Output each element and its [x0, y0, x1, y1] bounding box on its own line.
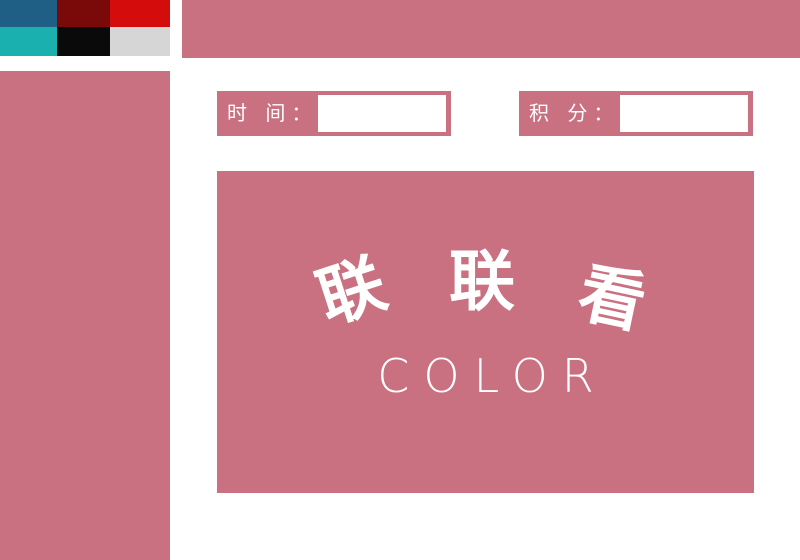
- game-subtitle: COLOR: [377, 349, 608, 403]
- score-label: 积 分：: [529, 101, 620, 125]
- game-board[interactable]: 联 联 看 COLOR: [217, 171, 754, 493]
- color-palette: [0, 0, 170, 56]
- top-banner: [182, 0, 800, 58]
- game-title-char-2: 联: [449, 243, 515, 320]
- palette-swatch-dark-red[interactable]: [57, 0, 110, 27]
- game-title-char-3: 看: [571, 253, 653, 344]
- left-sidebar: [0, 71, 170, 560]
- palette-swatch-dark-blue[interactable]: [0, 0, 57, 27]
- palette-swatch-teal[interactable]: [0, 27, 57, 56]
- time-field[interactable]: [318, 95, 446, 132]
- score-field[interactable]: [620, 95, 748, 132]
- palette-swatch-black[interactable]: [57, 27, 110, 56]
- palette-swatch-red[interactable]: [110, 0, 170, 27]
- palette-swatch-light-gray[interactable]: [110, 27, 170, 56]
- score-panel: 积 分：: [519, 91, 753, 136]
- time-label: 时 间：: [227, 101, 318, 125]
- game-title-char-1: 联: [308, 244, 396, 339]
- time-panel: 时 间：: [217, 91, 451, 136]
